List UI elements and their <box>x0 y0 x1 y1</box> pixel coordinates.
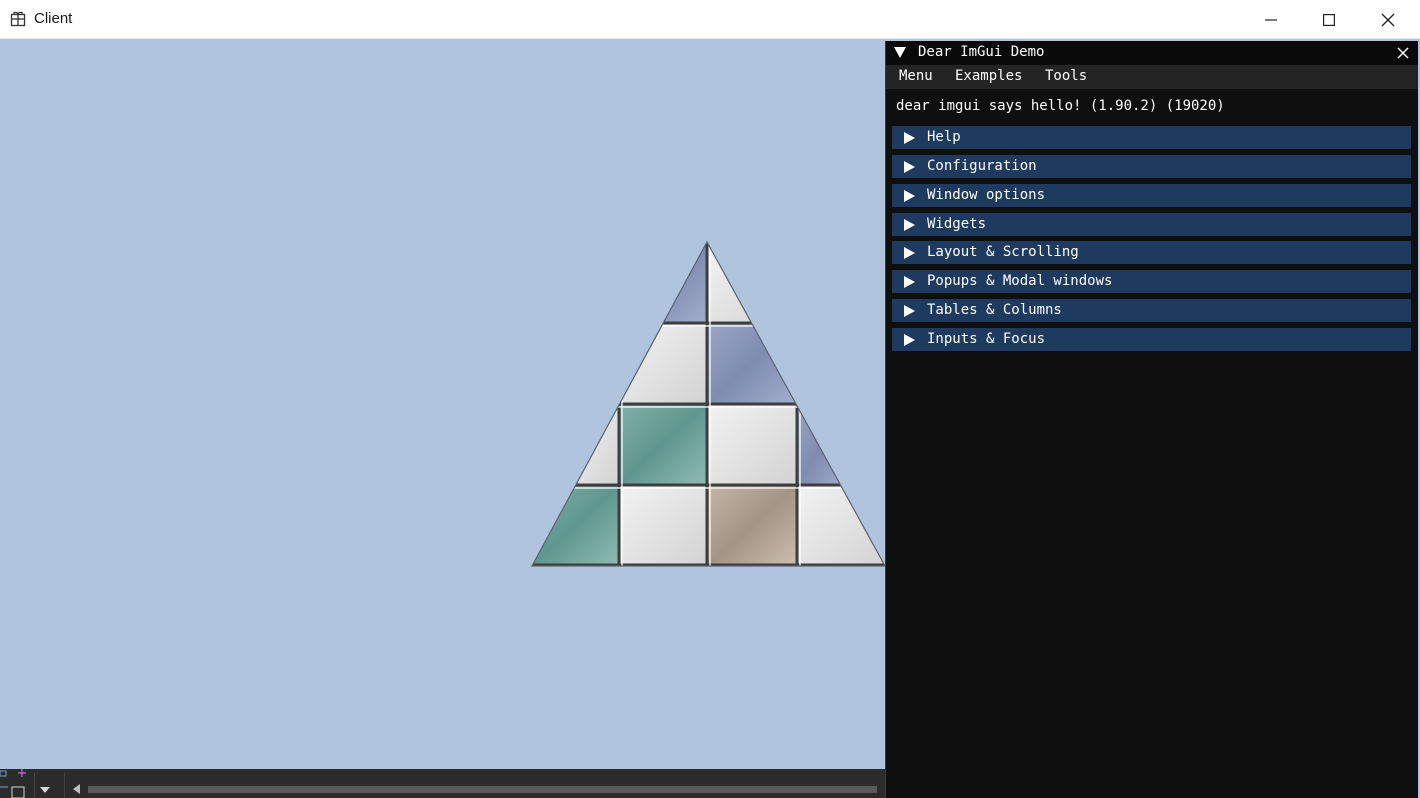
expand-arrow-icon <box>904 161 915 173</box>
maximize-icon <box>1323 13 1335 26</box>
window-border <box>1415 89 1418 798</box>
menu-tools[interactable]: Tools <box>1045 68 1087 84</box>
header-widgets[interactable]: Widgets <box>892 213 1411 236</box>
hello-text: dear imgui says hello! (1.90.2) (19020) <box>896 98 1225 114</box>
header-label: Help <box>927 129 961 145</box>
header-label: Popups & Modal windows <box>927 273 1113 289</box>
chevron-down-icon[interactable] <box>40 787 50 793</box>
toolbar-separator <box>64 773 65 798</box>
header-label: Configuration <box>927 158 1037 174</box>
package-icon <box>10 11 26 27</box>
horizontal-scrollbar[interactable] <box>88 786 877 793</box>
window-titlebar[interactable]: Client <box>0 0 1420 39</box>
header-popups-modal[interactable]: Popups & Modal windows <box>892 270 1411 293</box>
expand-arrow-icon <box>904 219 915 231</box>
expand-arrow-icon <box>904 190 915 202</box>
close-icon[interactable] <box>1396 46 1410 60</box>
app-window: Client Dear ImGui Demo Menu Examples Too… <box>0 0 1420 798</box>
imgui-titlebar[interactable]: Dear ImGui Demo <box>886 41 1418 65</box>
maximize-button[interactable] <box>1300 0 1358 39</box>
header-layout-scrolling[interactable]: Layout & Scrolling <box>892 241 1411 264</box>
header-label: Layout & Scrolling <box>927 244 1079 260</box>
header-label: Widgets <box>927 216 987 232</box>
header-inputs-focus[interactable]: Inputs & Focus <box>892 328 1411 351</box>
menu-menu[interactable]: Menu <box>899 68 933 84</box>
imgui-menubar: Menu Examples Tools <box>886 65 1418 89</box>
expand-arrow-icon <box>904 247 915 259</box>
expand-arrow-icon <box>904 276 915 288</box>
header-label: Tables & Columns <box>927 302 1062 318</box>
pyramid-render <box>530 240 885 567</box>
header-configuration[interactable]: Configuration <box>892 155 1411 178</box>
header-help[interactable]: Help <box>892 126 1411 149</box>
close-icon <box>1381 13 1395 26</box>
minimize-icon <box>1265 18 1277 21</box>
toolbar-separator <box>34 773 35 798</box>
menu-examples[interactable]: Examples <box>955 68 1022 84</box>
header-window-options[interactable]: Window options <box>892 184 1411 207</box>
expand-arrow-icon <box>904 334 915 346</box>
collapse-triangle-icon[interactable] <box>894 47 906 58</box>
window-title: Client <box>34 10 73 27</box>
expand-arrow-icon <box>904 305 915 317</box>
expand-arrow-icon <box>904 132 915 144</box>
header-label: Inputs & Focus <box>927 331 1046 347</box>
3d-viewport[interactable] <box>0 39 885 769</box>
scroll-left-icon[interactable] <box>73 784 80 794</box>
header-tables-columns[interactable]: Tables & Columns <box>892 299 1411 322</box>
close-window-button[interactable] <box>1359 0 1417 39</box>
imgui-window-title: Dear ImGui Demo <box>918 44 1045 60</box>
toolbar-icons[interactable] <box>0 769 34 798</box>
bottom-toolbar <box>0 769 885 798</box>
imgui-demo-window[interactable]: Dear ImGui Demo Menu Examples Tools dear… <box>885 41 1418 798</box>
header-label: Window options <box>927 187 1046 203</box>
minimize-button[interactable] <box>1242 0 1300 39</box>
